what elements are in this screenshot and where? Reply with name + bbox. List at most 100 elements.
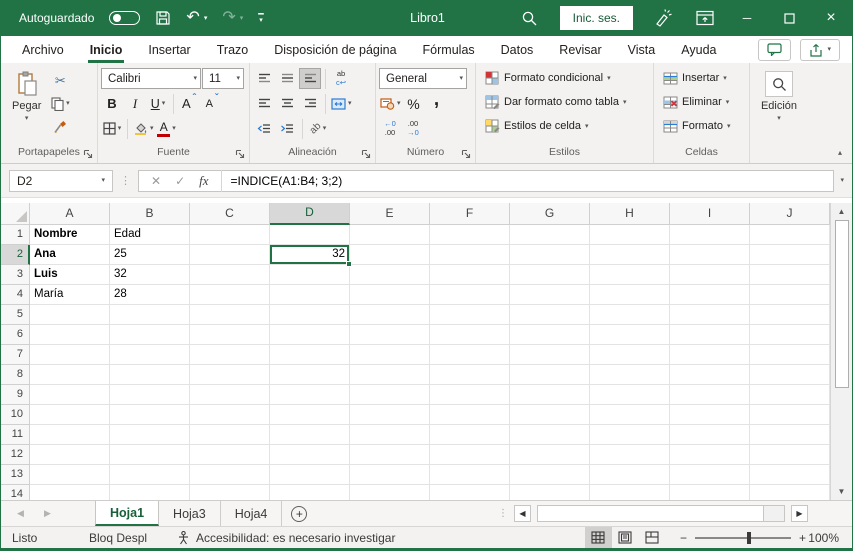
orientation-button[interactable]: ab ▾ <box>307 118 329 139</box>
cell-i3[interactable] <box>670 265 750 285</box>
collapse-ribbon-button[interactable]: ▴ <box>838 148 842 157</box>
cancel-button[interactable]: ✕ <box>151 174 161 188</box>
column-header-b[interactable]: B <box>110 203 190 225</box>
cell-b3[interactable]: 32 <box>110 265 190 285</box>
cell-c3[interactable] <box>190 265 270 285</box>
cell-d3[interactable] <box>270 265 350 285</box>
zoom-out-button[interactable]: − <box>680 531 687 545</box>
comments-button[interactable] <box>758 38 792 61</box>
cell-h14[interactable] <box>590 485 670 500</box>
cell-e9[interactable] <box>350 385 430 405</box>
cell-j6[interactable] <box>750 325 830 345</box>
cell-e14[interactable] <box>350 485 430 500</box>
portapapeles-dialog-launcher[interactable] <box>81 147 94 160</box>
cell-a8[interactable] <box>30 365 110 385</box>
undo-button[interactable]: ↶ ▾ <box>186 10 207 26</box>
accounting-chevron-icon[interactable]: ▾ <box>397 100 401 107</box>
tab-vista[interactable]: Vista <box>615 36 669 63</box>
copy-button[interactable]: ▾ <box>49 93 71 114</box>
maximize-button[interactable] <box>768 0 810 36</box>
save-button[interactable] <box>155 10 171 26</box>
customize-qat-button[interactable]: ━ ▾ <box>258 10 263 24</box>
cell-f8[interactable] <box>430 365 510 385</box>
cell-i6[interactable] <box>670 325 750 345</box>
fill-handle[interactable] <box>346 261 352 267</box>
column-header-c[interactable]: C <box>190 203 270 225</box>
cell-a5[interactable] <box>30 305 110 325</box>
column-header-d[interactable]: D <box>270 203 350 225</box>
tab-revisar[interactable]: Revisar <box>546 36 614 63</box>
cell-g6[interactable] <box>510 325 590 345</box>
insert-cells-button[interactable]: Insertar ▾ <box>661 66 746 90</box>
cell-e5[interactable] <box>350 305 430 325</box>
delete-cells-button[interactable]: Eliminar ▾ <box>661 90 746 114</box>
cell-c14[interactable] <box>190 485 270 500</box>
cell-h3[interactable] <box>590 265 670 285</box>
cell-d7[interactable] <box>270 345 350 365</box>
cell-d10[interactable] <box>270 405 350 425</box>
column-header-j[interactable]: J <box>750 203 830 225</box>
formula-input[interactable]: =INDICE(A1:B4; 3;2) <box>222 174 343 188</box>
cell-e2[interactable] <box>350 245 430 265</box>
alineacion-dialog-launcher[interactable] <box>359 147 372 160</box>
accessibility-checker[interactable]: Accesibilidad: es necesario investigar <box>177 530 395 545</box>
borders-button[interactable]: ▾ <box>101 118 123 139</box>
cell-c4[interactable] <box>190 285 270 305</box>
scroll-left-button[interactable]: ◀ <box>514 505 531 522</box>
tab-formulas[interactable]: Fórmulas <box>410 36 488 63</box>
cell-a9[interactable] <box>30 385 110 405</box>
fuente-dialog-launcher[interactable] <box>233 147 246 160</box>
cell-i8[interactable] <box>670 365 750 385</box>
cell-b5[interactable] <box>110 305 190 325</box>
cell-h2[interactable] <box>590 245 670 265</box>
page-break-preview-button[interactable] <box>639 527 666 548</box>
cell-c8[interactable] <box>190 365 270 385</box>
autosave-toggle[interactable] <box>109 11 141 25</box>
number-format-select[interactable]: General ▾ <box>379 68 467 89</box>
decrease-decimal-button[interactable]: .00 →0 <box>402 118 424 139</box>
share-button[interactable]: ▾ <box>800 38 840 61</box>
align-bottom-button[interactable] <box>299 68 321 89</box>
cell-f7[interactable] <box>430 345 510 365</box>
pen-mode-button[interactable] <box>642 0 684 36</box>
conditional-formatting-button[interactable]: Formato condicional ▾ <box>483 66 650 90</box>
row-header-10[interactable]: 10 <box>1 405 30 425</box>
column-header-h[interactable]: H <box>590 203 670 225</box>
zoom-slider[interactable] <box>694 531 791 544</box>
cell-f11[interactable] <box>430 425 510 445</box>
cell-g2[interactable] <box>510 245 590 265</box>
cell-f13[interactable] <box>430 465 510 485</box>
cell-a3[interactable]: Luis <box>30 265 110 285</box>
cell-e3[interactable] <box>350 265 430 285</box>
numero-dialog-launcher[interactable] <box>459 147 472 160</box>
cell-d8[interactable] <box>270 365 350 385</box>
cell-j7[interactable] <box>750 345 830 365</box>
row-header-1[interactable]: 1 <box>1 225 30 245</box>
cell-g13[interactable] <box>510 465 590 485</box>
cell-g9[interactable] <box>510 385 590 405</box>
cell-j4[interactable] <box>750 285 830 305</box>
zoom-level[interactable]: 100% <box>806 531 852 545</box>
cell-g11[interactable] <box>510 425 590 445</box>
cell-a13[interactable] <box>30 465 110 485</box>
borders-chevron-icon[interactable]: ▾ <box>118 125 122 132</box>
cell-g5[interactable] <box>510 305 590 325</box>
vertical-scrollbar[interactable]: ▲ ▼ <box>830 203 852 500</box>
horizontal-scrollbar[interactable] <box>537 505 785 522</box>
row-header-12[interactable]: 12 <box>1 445 30 465</box>
cell-b6[interactable] <box>110 325 190 345</box>
zoom-slider-thumb[interactable] <box>746 531 751 544</box>
decrease-indent-button[interactable] <box>253 118 275 139</box>
cell-b10[interactable] <box>110 405 190 425</box>
tab-disposicion[interactable]: Disposición de página <box>261 36 409 63</box>
scroll-right-button[interactable]: ▶ <box>791 505 808 522</box>
minimize-button[interactable]: ─ <box>726 0 768 36</box>
cell-c13[interactable] <box>190 465 270 485</box>
cell-d1[interactable] <box>270 225 350 245</box>
cell-f5[interactable] <box>430 305 510 325</box>
cell-b7[interactable] <box>110 345 190 365</box>
cell-b11[interactable] <box>110 425 190 445</box>
column-header-i[interactable]: I <box>670 203 750 225</box>
row-header-9[interactable]: 9 <box>1 385 30 405</box>
cell-d2[interactable]: 32 <box>270 245 352 267</box>
